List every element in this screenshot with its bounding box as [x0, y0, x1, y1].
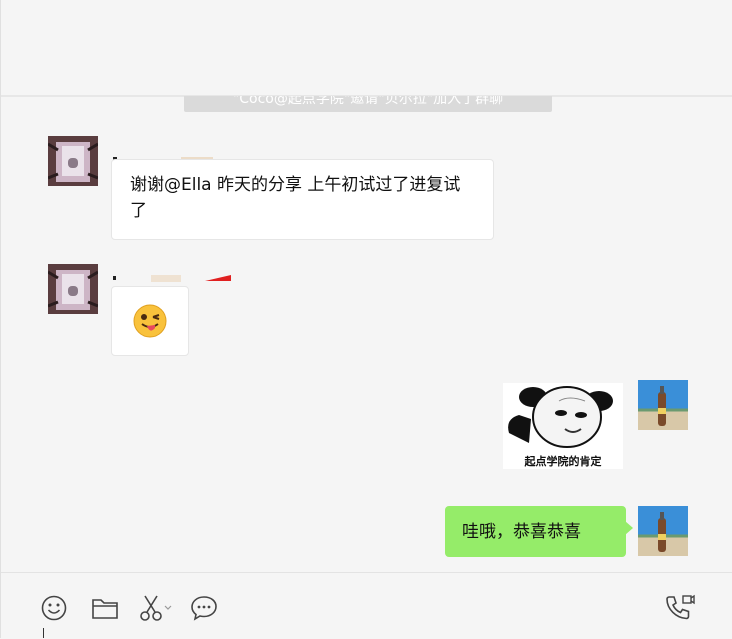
- winking-tongue-emoji-icon: [133, 304, 167, 338]
- bubble-tail: [625, 521, 633, 535]
- message-text: 谢谢@Ella 昨天的分享 上午初试过了进复试了: [130, 175, 461, 221]
- more-options-icon[interactable]: [687, 64, 715, 79]
- system-notice: "Coco@起点学院"邀请"贝尔拉"加入了群聊: [184, 86, 552, 112]
- text-cursor: [43, 628, 44, 638]
- my-avatar[interactable]: [638, 380, 688, 430]
- minimize-icon[interactable]: [595, 12, 617, 34]
- call-icon[interactable]: [663, 593, 697, 623]
- message-bubble[interactable]: 谢谢@Ella 昨天的分享 上午初试过了进复试了: [111, 159, 494, 240]
- my-message-bubble[interactable]: 哇哦，恭喜恭喜: [445, 506, 626, 557]
- folder-icon[interactable]: [90, 593, 120, 623]
- emoji-icon[interactable]: [39, 593, 69, 623]
- pin-icon[interactable]: [545, 12, 567, 34]
- message-text: 哇哦，恭喜恭喜: [462, 522, 581, 542]
- title-bar: 产品能力模型体验课-正式群 (192): [1, 0, 732, 97]
- avatar[interactable]: [48, 136, 98, 186]
- chat-history-icon[interactable]: [189, 593, 219, 623]
- chat-title-text: 产品能力模型体验课-正式群 (192): [77, 47, 431, 73]
- sticker-caption: 起点学院的肯定: [524, 455, 602, 468]
- chat-title: 产品能力模型体验课-正式群 (192): [53, 40, 430, 74]
- emoji-message-bubble[interactable]: [111, 286, 189, 356]
- scissors-icon[interactable]: [138, 593, 172, 623]
- sender-name: [113, 148, 213, 162]
- close-icon[interactable]: [697, 12, 719, 34]
- maximize-icon[interactable]: [646, 12, 668, 34]
- sender-name: [113, 268, 235, 282]
- fire-emoji-icon: [57, 47, 69, 65]
- avatar[interactable]: [48, 264, 98, 314]
- my-avatar[interactable]: [638, 506, 688, 556]
- input-toolbar: [1, 572, 732, 639]
- chat-window: 产品能力模型体验课-正式群 (192) "Coco@起点学院"邀请"贝尔拉"加入…: [0, 0, 732, 639]
- sticker-image[interactable]: 起点学院的肯定: [503, 383, 623, 469]
